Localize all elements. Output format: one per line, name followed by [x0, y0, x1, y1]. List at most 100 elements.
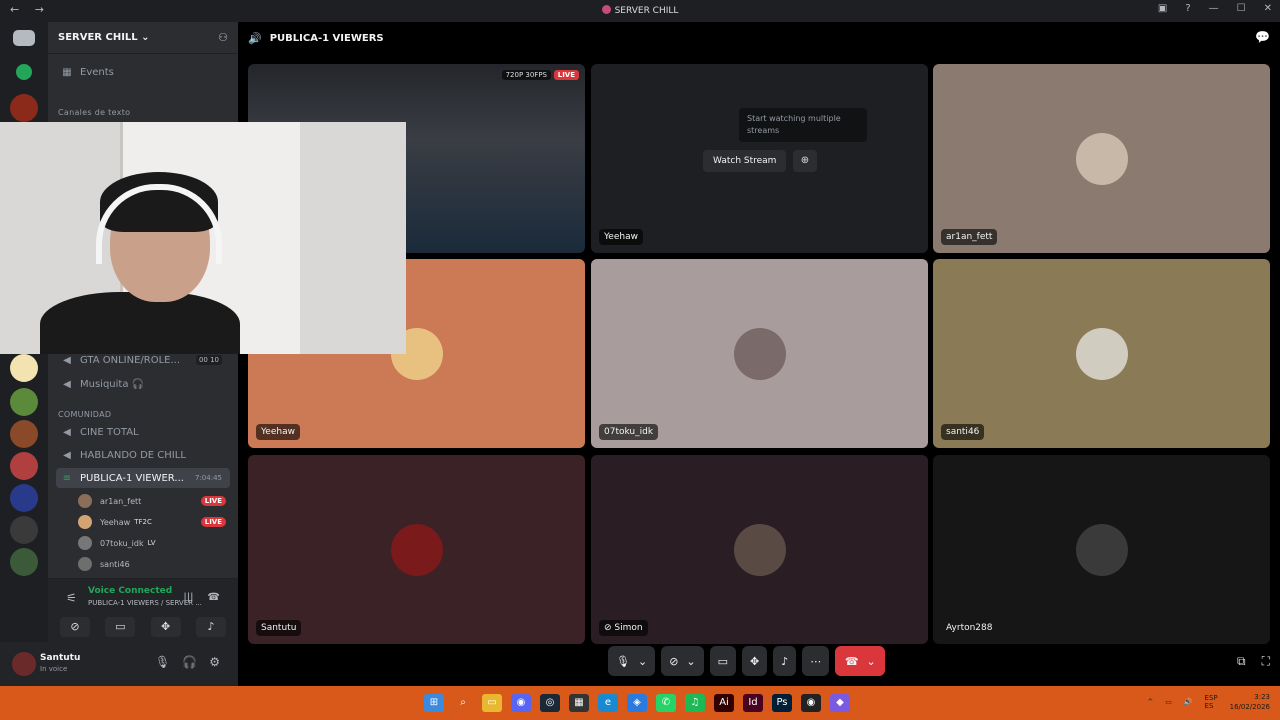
share-screen-button[interactable]: ▭	[105, 617, 136, 637]
muted-icon: ⊘	[604, 623, 615, 633]
user-name[interactable]: Santutu	[40, 653, 80, 663]
server-icon-3[interactable]	[10, 354, 38, 382]
server-name[interactable]: SERVER CHILL	[58, 32, 138, 43]
taskbar: ⊞ ⌕ ▭ ◉ ◎ ▦ e ◈ ✆ ♫ Ai Id Ps ◉ ◆ ^ ▭ 🔊 E…	[0, 686, 1280, 720]
server-icon-9[interactable]	[10, 548, 38, 576]
whatsapp-icon[interactable]: ✆	[656, 694, 676, 712]
server-icon-4[interactable]	[10, 388, 38, 416]
view-controls: ⧉ ⛶	[1237, 654, 1270, 669]
volume-icon[interactable]: 🔊	[1184, 698, 1193, 706]
discord-icon[interactable]: ◉	[511, 694, 531, 712]
server-icon-1[interactable]	[16, 64, 32, 80]
share-screen-button[interactable]: ▭	[709, 646, 737, 676]
chevron-down-icon[interactable]: ⌄	[638, 655, 647, 668]
channel-musiquita[interactable]: ◀ Musiquita 🎧	[56, 374, 230, 394]
server-icon-2[interactable]	[10, 94, 38, 122]
category-comunidad[interactable]: COMUNIDAD	[58, 410, 111, 419]
santi-tile[interactable]: santi46	[933, 259, 1270, 448]
signal-icon[interactable]: ⚟	[66, 591, 77, 605]
soundboard-icon: ♪	[781, 654, 789, 668]
avatar	[78, 515, 92, 529]
photoshop-icon[interactable]: Ps	[772, 694, 792, 712]
user-avatar[interactable]	[12, 652, 36, 676]
member-arlan[interactable]: ar1an_fett LIVE	[78, 492, 230, 510]
microphone-icon: 🎙	[616, 654, 630, 668]
settings-gear-icon[interactable]: ⚙	[209, 655, 220, 669]
help-icon[interactable]: ?	[1185, 3, 1190, 14]
activities-button[interactable]: ✥	[742, 646, 768, 676]
camera-toggle[interactable]: ⊘ ⌄	[661, 646, 704, 676]
soundboard-button[interactable]: ♪	[773, 646, 797, 676]
server-icon-7[interactable]	[10, 484, 38, 512]
explorer-icon[interactable]: ▭	[482, 694, 502, 712]
disconnect-icon[interactable]: ☎	[208, 592, 220, 603]
server-icon-6[interactable]	[10, 452, 38, 480]
activities-icon: ✥	[750, 654, 760, 668]
live-badge: LIVE	[553, 70, 579, 80]
network-icon[interactable]: ▭	[1165, 698, 1172, 706]
server-icon-8[interactable]	[10, 516, 38, 544]
camera-off-icon: ⊘	[669, 654, 679, 668]
live-badge: LIVE	[200, 496, 226, 506]
toku-tile[interactable]: 07toku_idk	[591, 259, 928, 448]
server-icon-5[interactable]	[10, 420, 38, 448]
simon-tile[interactable]: ⊘ Simon	[591, 455, 928, 644]
category-text-channels[interactable]: Canales de texto	[58, 108, 130, 117]
activity-button[interactable]: ✥	[150, 617, 181, 637]
multi-stream-icon[interactable]: ⊕	[793, 150, 817, 172]
maximize-button[interactable]: ☐	[1237, 3, 1246, 14]
close-button[interactable]: ✕	[1264, 3, 1272, 14]
server-header[interactable]: SERVER CHILL ⌄ ⚇	[48, 22, 238, 54]
app-icon[interactable]: ◈	[627, 694, 647, 712]
more-icon: ⋯	[810, 654, 822, 668]
yeehaw-stream-tile[interactable]: Start watching multiple streams Watch St…	[591, 64, 928, 253]
ayrton-tile[interactable]: Ayrton288	[933, 455, 1270, 644]
events-item[interactable]: ▦ Events	[56, 62, 230, 82]
camera-off-button[interactable]: ⊘	[60, 617, 90, 637]
chevron-up-icon[interactable]: ^	[1147, 698, 1153, 706]
channel-publica[interactable]: ≡ PUBLICA-1 VIEWER... 7:04:45	[56, 468, 230, 488]
illustrator-icon[interactable]: Ai	[714, 694, 734, 712]
window-title: SERVER CHILL	[0, 5, 1280, 16]
voice-status[interactable]: Voice Connected	[88, 586, 172, 596]
watch-stream-button[interactable]: Watch Stream	[703, 150, 787, 172]
language-indicator[interactable]: ESP ES	[1205, 694, 1218, 710]
search-icon[interactable]: ⌕	[453, 694, 473, 712]
discord-home-icon[interactable]	[13, 30, 35, 46]
mic-toggle[interactable]: 🎙 ⌄	[608, 646, 656, 676]
clock[interactable]: 3:23 16/02/2026	[1230, 692, 1270, 712]
start-icon[interactable]: ⊞	[424, 694, 444, 712]
disconnect-button[interactable]: ☎ ⌄	[835, 646, 886, 676]
inbox-icon[interactable]: ▣	[1158, 3, 1167, 14]
headphones-icon[interactable]: 🎧	[182, 655, 197, 669]
invite-icon[interactable]: ⚇	[218, 31, 228, 44]
member-toku[interactable]: 07toku_idk LV	[78, 534, 230, 552]
chevron-down-icon[interactable]: ⌄	[867, 655, 876, 668]
spotify-icon[interactable]: ♫	[685, 694, 705, 712]
chevron-down-icon[interactable]: ⌄	[686, 655, 695, 668]
more-button[interactable]: ⋯	[802, 646, 830, 676]
microphone-icon[interactable]: 🎙	[155, 655, 170, 669]
avatar	[390, 523, 443, 576]
obs-icon[interactable]: ◉	[801, 694, 821, 712]
channel-cine-total[interactable]: ◀ CINE TOTAL	[56, 422, 230, 442]
taskbar-apps: ⊞ ⌕ ▭ ◉ ◎ ▦ e ◈ ✆ ♫ Ai Id Ps ◉ ◆	[424, 694, 850, 712]
fullscreen-icon[interactable]: ⛶	[1262, 654, 1270, 669]
popout-icon[interactable]: ⧉	[1237, 654, 1246, 669]
member-yeehaw[interactable]: Yeehaw TF2C LIVE	[78, 513, 230, 531]
channel-hablando[interactable]: ◀ HABLANDO DE CHILL	[56, 445, 230, 465]
app-icon[interactable]: ◆	[830, 694, 850, 712]
santutu-tile[interactable]: Santutu	[248, 455, 585, 644]
soundboard-button[interactable]: ♪	[195, 617, 226, 637]
tile-label: Yeehaw	[599, 229, 643, 245]
member-santi[interactable]: santi46	[78, 555, 230, 573]
indesign-icon[interactable]: Id	[743, 694, 763, 712]
app-icon[interactable]: ▦	[569, 694, 589, 712]
noise-suppression-icon[interactable]: |||	[183, 592, 193, 603]
edge-icon[interactable]: e	[598, 694, 618, 712]
chat-icon[interactable]: 💬	[1255, 30, 1270, 44]
minimize-button[interactable]: —	[1209, 3, 1219, 14]
steam-icon[interactable]: ◎	[540, 694, 560, 712]
tile-label: Ayrton288	[946, 623, 993, 633]
arlan-tile[interactable]: ar1an_fett	[933, 64, 1270, 253]
